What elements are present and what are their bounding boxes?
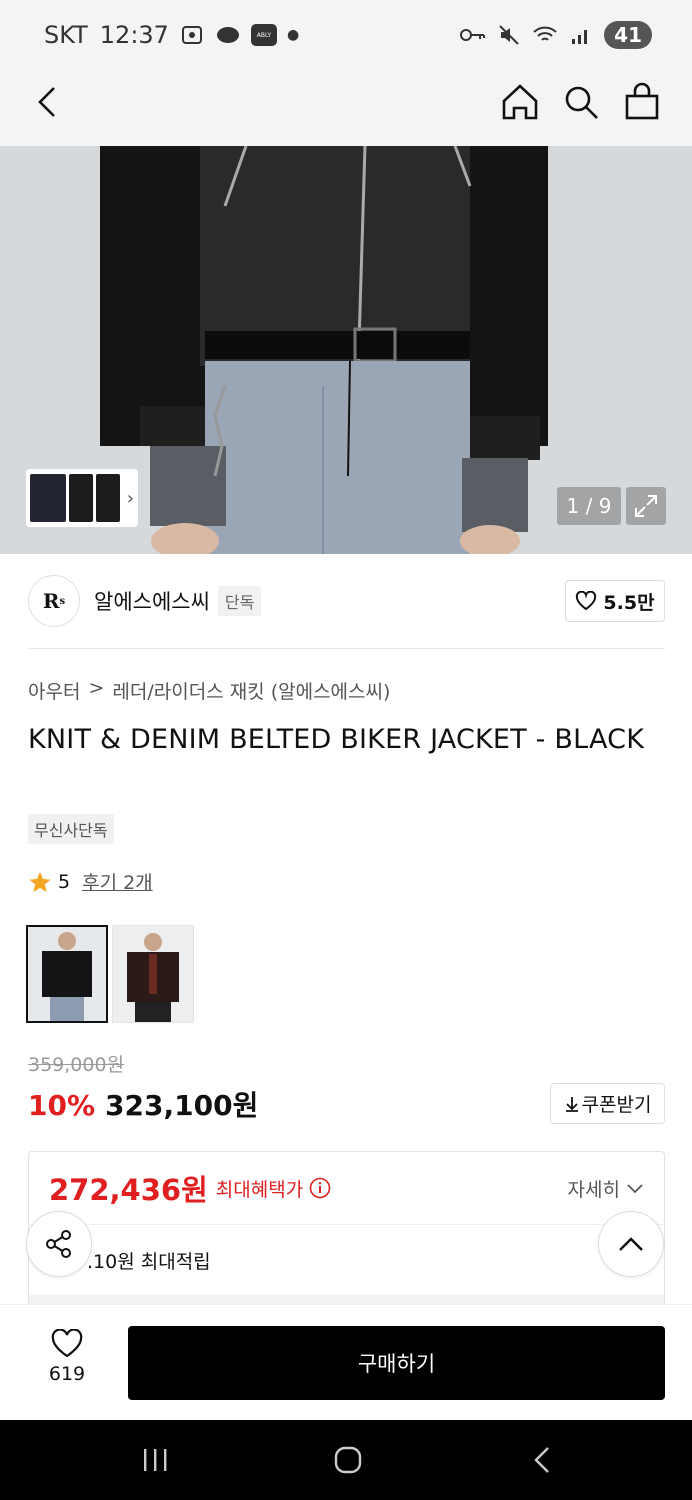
rating-score: 5	[58, 870, 71, 893]
buy-button[interactable]: 구매하기	[128, 1326, 665, 1400]
review-link[interactable]: 후기 2개	[82, 868, 153, 895]
expand-icon[interactable]	[626, 487, 666, 525]
product-title: KNIT & DENIM BELTED BIKER JACKET - BLACK	[28, 724, 645, 755]
gallery-thumb[interactable]	[30, 474, 66, 522]
heart-icon	[51, 1329, 83, 1358]
points-text: .10원 최대적립	[87, 1250, 211, 1273]
product-image-gallery[interactable]: › 1 / 9	[0, 146, 692, 554]
gallery-thumb[interactable]	[68, 474, 93, 522]
key-icon	[460, 24, 486, 46]
wishlist-count: 619	[48, 1363, 86, 1385]
search-icon[interactable]	[561, 82, 601, 122]
breadcrumb: 아우터 > 레더/라이더스 재킷 (알에스에스씨)	[28, 677, 390, 704]
home-icon[interactable]	[500, 82, 540, 122]
points-row: .10원 최대적립	[29, 1225, 664, 1295]
benefit-box: 272,436원 최대혜택가 자세히 .10원 최대적립	[28, 1151, 665, 1311]
brand-logo[interactable]: Rs	[28, 575, 80, 627]
brand-row: Rs 알에스에스씨 단독 5.5만	[28, 575, 665, 627]
max-benefit-price: 272,436원	[49, 1173, 208, 1207]
coupon-button[interactable]: 쿠폰받기	[550, 1083, 665, 1124]
price-row: 10% 323,100원	[28, 1084, 258, 1124]
scroll-top-button[interactable]	[598, 1211, 664, 1277]
ably-app-icon: ABLY	[250, 24, 277, 46]
original-price: 359,000원	[28, 1054, 125, 1076]
app-header	[0, 70, 692, 146]
carrier-label: SKT	[44, 21, 88, 49]
color-option-brown[interactable]	[112, 925, 194, 1023]
benefit-detail-toggle[interactable]: 자세히	[568, 1175, 644, 1202]
signal-icon	[568, 24, 594, 46]
chevron-right-icon: ›	[126, 487, 134, 509]
battery-indicator: 41	[604, 21, 652, 49]
mute-icon	[496, 24, 522, 46]
coupon-label: 쿠폰받기	[581, 1094, 652, 1116]
gallery-thumbnail-strip[interactable]: ›	[26, 469, 138, 527]
chevron-down-icon	[627, 1184, 643, 1194]
info-icon[interactable]	[309, 1177, 331, 1199]
wifi-icon	[532, 24, 558, 46]
brand-exclusive-badge: 단독	[217, 586, 262, 616]
status-bar: SKT 12:37 ABLY ● 41	[0, 0, 692, 70]
system-nav-bar	[0, 1420, 692, 1500]
breadcrumb-category[interactable]: 아우터	[28, 677, 80, 704]
wishlist-button[interactable]: 619	[34, 1329, 100, 1385]
chevron-up-icon	[619, 1237, 643, 1251]
brand-like-count: 5.5만	[603, 591, 655, 614]
back-nav-icon[interactable]	[522, 1442, 562, 1478]
color-option-black[interactable]	[26, 925, 108, 1023]
purchase-bar: 619 구매하기	[0, 1304, 692, 1420]
gallery-thumb[interactable]	[95, 474, 120, 522]
max-benefit-label: 최대혜택가	[215, 1178, 304, 1201]
detail-label: 자세히	[567, 1178, 620, 1201]
exclusive-badge: 무신사단독	[28, 814, 114, 844]
recent-apps-icon[interactable]	[135, 1442, 175, 1478]
brand-name[interactable]: 알에스에스씨	[94, 586, 210, 616]
breadcrumb-subcategory[interactable]: 레더/라이더스 재킷 (알에스에스씨)	[112, 677, 390, 704]
color-options	[26, 925, 194, 1023]
clock: 12:37	[99, 21, 169, 49]
rating-row: 5 후기 2개	[28, 868, 153, 895]
bag-icon[interactable]	[622, 82, 662, 122]
gallery-pager: 1 / 9	[557, 487, 621, 525]
breadcrumb-separator: >	[88, 677, 105, 699]
discount-rate: 10%	[28, 1089, 96, 1122]
heart-icon	[576, 591, 597, 611]
download-icon	[565, 1096, 578, 1112]
notification-dot-icon: ●	[286, 27, 300, 43]
share-button[interactable]	[26, 1211, 92, 1277]
star-icon	[29, 871, 51, 892]
benefit-summary: 272,436원 최대혜택가 자세히	[29, 1152, 664, 1224]
brand-like-button[interactable]: 5.5만	[565, 580, 665, 622]
messenger-icon	[215, 24, 241, 46]
sale-price: 323,100원	[105, 1089, 259, 1122]
home-nav-icon[interactable]	[328, 1442, 368, 1478]
back-icon[interactable]	[30, 84, 66, 120]
divider	[28, 648, 665, 649]
share-icon	[46, 1230, 71, 1258]
screenshot-icon	[179, 24, 205, 46]
